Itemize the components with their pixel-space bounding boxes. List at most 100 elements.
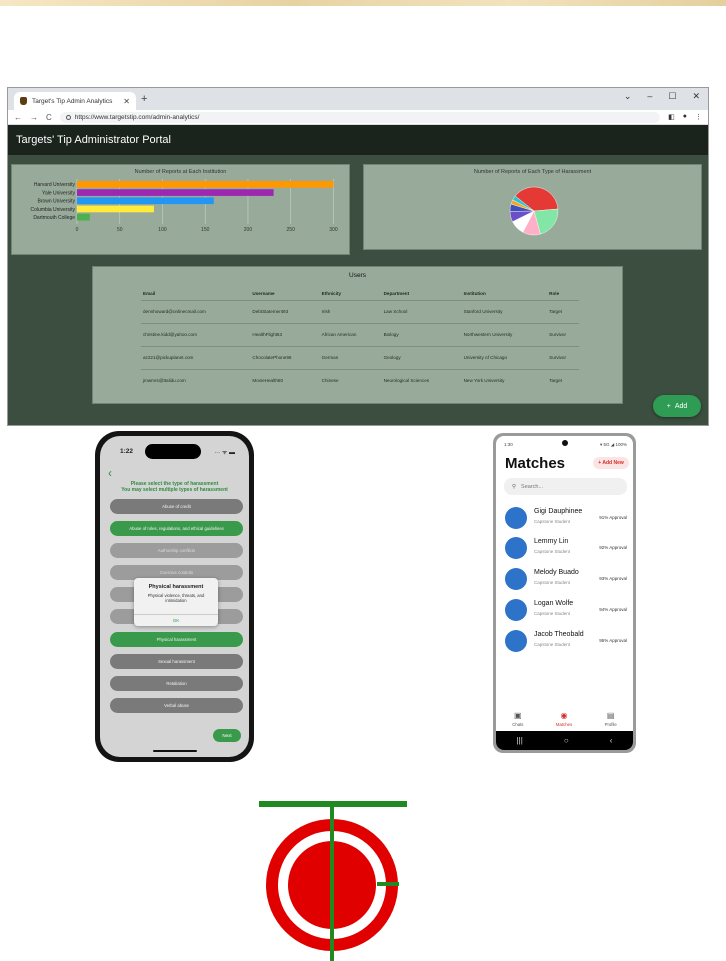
next-button[interactable]: Next — [213, 729, 241, 742]
sidepanel-icon[interactable]: ◧ — [668, 113, 675, 121]
back-icon[interactable]: ← — [14, 113, 22, 122]
list-item[interactable]: Lemmy Lin Capstone Student 92% Approval — [505, 535, 631, 561]
status-time: 1:30 — [504, 442, 513, 447]
minimize-button[interactable]: – — [647, 91, 652, 102]
column-header-email[interactable]: Email — [141, 287, 250, 300]
nav-profile-label: Profile — [604, 721, 617, 727]
list-item[interactable]: Gigi Dauphinee Capstone Student 91% Appr… — [505, 505, 631, 531]
users-table: Email Username Ethnicity Department Inst… — [141, 287, 579, 392]
email-cell: az221@pickuplanet.com — [141, 345, 251, 369]
window-controls: ⌄ – ☐ ✕ — [624, 91, 700, 102]
avatar — [505, 599, 527, 621]
list-item[interactable]: Logan Wolfe Capstone Student 94% Approva… — [505, 597, 631, 623]
top-decorative-strip — [0, 0, 726, 6]
role-cell: Survivor — [547, 322, 579, 346]
bar — [77, 205, 154, 213]
x-tick-label: 300 — [329, 227, 338, 233]
match-approval: 91% Approval — [599, 515, 627, 520]
list-item[interactable]: Melody Buado Capstone Student 93% Approv… — [505, 566, 631, 592]
nav-chats-label: Chats — [512, 721, 524, 727]
back-chevron-icon[interactable]: ‹ — [108, 466, 112, 480]
column-header-username[interactable]: Username — [250, 287, 319, 300]
option-sexual-harassment[interactable]: Sexual harassment — [110, 654, 243, 669]
nav-profile[interactable]: ▤ Profile — [604, 711, 617, 727]
username-cell: HealthFlight53 — [250, 322, 320, 346]
tab-search-icon[interactable]: ⌄ — [624, 91, 632, 102]
close-tab-icon[interactable]: ✕ — [123, 97, 130, 106]
portal-title: Targets' Tip Administrator Portal — [16, 134, 171, 146]
department-cell: Geology — [381, 345, 462, 369]
recents-icon[interactable]: ||| — [517, 736, 523, 745]
forward-icon[interactable]: → — [30, 113, 38, 122]
dialog-body: Physical violence, threats, and intimida… — [147, 593, 205, 603]
status-icons: ▾ 5G ◢ 100% — [600, 442, 627, 447]
selection-heading: Please select the type of harassment You… — [100, 481, 249, 493]
front-camera — [562, 440, 568, 446]
maximize-button[interactable]: ☐ — [668, 91, 676, 102]
profile-icon[interactable]: ● — [683, 113, 687, 121]
site-info-icon[interactable] — [65, 114, 71, 120]
match-name: Gigi Dauphinee — [534, 508, 583, 515]
bar — [77, 213, 90, 221]
avatar — [505, 630, 527, 652]
table-row[interactable]: christine.kidd@yahoo.com HealthFlight53 … — [141, 322, 579, 346]
list-item[interactable]: Jacob Theobald Capstone Student 95% Appr… — [505, 628, 631, 654]
match-name: Logan Wolfe — [534, 600, 574, 607]
dialog-ok-button[interactable]: OK — [134, 614, 218, 626]
home-icon[interactable]: ○ — [564, 736, 569, 745]
table-row[interactable]: dennhoward@onlinecmail.com DebtStatement… — [141, 299, 579, 323]
add-new-button[interactable]: + Add New — [593, 457, 629, 469]
logo-right-tick — [377, 882, 399, 886]
close-window-button[interactable]: ✕ — [692, 91, 700, 102]
harassment-pie-chart-panel: Number of Reports of Each Type of Harass… — [363, 164, 702, 250]
nav-chats[interactable]: ▣ Chats — [512, 711, 524, 727]
users-title: Users — [349, 272, 366, 279]
option-authorship-conflicts[interactable]: Authorship conflicts — [110, 543, 243, 558]
email-cell: dennhoward@onlinecmail.com — [141, 299, 251, 323]
match-name: Lemmy Lin — [534, 538, 569, 545]
department-cell: Neurological Sciences — [381, 368, 462, 392]
email-cell: jmwmrs@ttalidu.com — [141, 368, 251, 392]
portal-header: Targets' Tip Administrator Portal — [8, 125, 708, 155]
x-tick-label: 200 — [244, 227, 253, 233]
option-abuse-of-roles[interactable]: Abuse of roles, regulations, and ethical… — [110, 521, 243, 536]
category-label: Brown University — [37, 199, 75, 205]
reload-icon[interactable]: C — [46, 113, 52, 122]
match-role: Capstone Student — [534, 580, 571, 585]
android-system-bar: ||| ○ ‹ — [496, 731, 633, 750]
option-abuse-of-credit[interactable]: Abuse of credit — [110, 499, 243, 514]
browser-toolbar-right: ◧ ● ⋮ — [668, 113, 702, 121]
institution-cell: University of Chicago — [461, 345, 548, 369]
android-mockup: 1:30 ▾ 5G ◢ 100% Matches + Add New ⚲ Gig… — [493, 433, 636, 753]
url-field[interactable]: https://www.targetstip.com/admin-analyti… — [59, 111, 661, 123]
browser-tab[interactable]: Target's Tip Admin Analytics ✕ — [14, 92, 136, 110]
plus-icon: + — [666, 402, 671, 410]
column-header-department[interactable]: Department — [382, 287, 462, 300]
match-name: Jacob Theobald — [534, 631, 584, 638]
menu-icon[interactable]: ⋮ — [695, 113, 702, 121]
add-user-button[interactable]: + Add — [653, 395, 701, 417]
back-icon[interactable]: ‹ — [610, 736, 613, 745]
option-retaliation[interactable]: Retaliation — [110, 676, 243, 691]
search-icon: ⚲ — [512, 483, 517, 490]
institution-cell: New York University — [461, 368, 548, 392]
new-tab-button[interactable]: + — [141, 93, 147, 105]
table-row[interactable]: az221@pickuplanet.com ChocolatePhone96 G… — [141, 345, 579, 369]
match-role: Capstone Student — [534, 549, 571, 554]
matches-screen: 1:30 ▾ 5G ◢ 100% Matches + Add New ⚲ Gig… — [496, 436, 633, 750]
nav-matches[interactable]: ◉ Matches — [555, 711, 573, 727]
column-header-role[interactable]: Role — [547, 287, 579, 300]
match-approval: 95% Approval — [599, 638, 627, 643]
table-row[interactable]: jmwmrs@ttalidu.com MovieHealth80 Chinese… — [141, 368, 579, 392]
nav-matches-label: Matches — [555, 721, 573, 727]
role-cell: Target — [547, 299, 579, 323]
column-header-institution[interactable]: Institution — [462, 287, 548, 300]
search-bar[interactable]: ⚲ — [504, 478, 627, 495]
option-physical-harassment[interactable]: Physical harassment — [110, 632, 243, 647]
column-header-ethnicity[interactable]: Ethnicity — [320, 287, 382, 300]
search-input[interactable] — [521, 483, 612, 490]
match-role: Capstone Student — [534, 519, 571, 524]
option-verbal-abuse[interactable]: Verbal abuse — [110, 698, 243, 713]
avatar — [505, 568, 527, 590]
heading-line-2: You may select multiple types of harassm… — [121, 487, 228, 493]
